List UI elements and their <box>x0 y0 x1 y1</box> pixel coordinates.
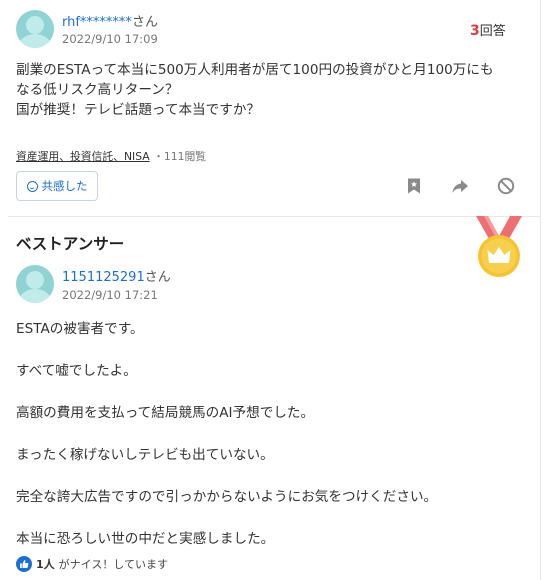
view-count: 111閲覧 <box>163 150 207 163</box>
answer-user-name[interactable]: 1151125291 <box>62 270 145 285</box>
empathy-label: 共感した <box>41 179 88 193</box>
empathy-button[interactable]: 共感した <box>16 171 98 201</box>
answer-count[interactable]: 3回答 <box>470 20 506 39</box>
nice-status: 1人 がナイス！しています <box>16 556 168 572</box>
question-line: 副業のESTAって本当に500万人利用者が居て100円の投資がひと月100万にも <box>16 62 494 78</box>
section-divider <box>8 216 540 217</box>
question-line: なる低リスク高リターン？ <box>16 82 179 98</box>
question-user: rhf********さん <box>62 11 158 30</box>
qa-page: rhf********さん 2022/9/10 17:09 3回答 副業のEST… <box>0 0 550 580</box>
answer-count-label: 回答 <box>479 24 506 39</box>
crown-medal-icon <box>476 216 522 277</box>
category-link[interactable]: 資産運用、投資信託、NISA <box>16 150 150 163</box>
question-line: 国が推奨！テレビ話題って本当ですか？ <box>16 102 261 118</box>
question-user-name[interactable]: rhf******** <box>62 15 132 30</box>
right-border <box>540 0 541 580</box>
report-icon[interactable] <box>497 177 515 195</box>
answer-paragraph: まったく稼げないしテレビも出ていない。 <box>16 447 274 463</box>
question-user-honorific: さん <box>131 15 158 30</box>
nice-count[interactable]: 1人 <box>36 556 55 572</box>
bookmark-icon[interactable] <box>405 177 423 195</box>
avatar[interactable] <box>16 10 54 48</box>
answer-count-number: 3 <box>470 23 480 39</box>
answer-paragraph: 高額の費用を支払って結局競馬のAI予想でした。 <box>16 405 315 421</box>
best-answer-heading: ベストアンサー <box>16 235 125 253</box>
answer-paragraph: ESTAの被害者です。 <box>16 321 144 337</box>
question-body: 副業のESTAって本当に500万人利用者が居て100円の投資がひと月100万にも… <box>16 60 526 120</box>
view-separator: ・ <box>153 150 164 163</box>
answer-paragraph: すべて嘘でしたよ。 <box>16 363 137 379</box>
question-date: 2022/9/10 17:09 <box>62 32 158 46</box>
avatar[interactable] <box>16 265 54 303</box>
nice-text: がナイス！しています <box>58 558 168 571</box>
answer-paragraph: 完全な誇大広告ですので引っかからないようにお気をつけください。 <box>16 489 438 505</box>
category-line: 資産運用、投資信託、NISA ・111閲覧 <box>16 148 206 164</box>
thumbs-up-icon <box>16 556 32 572</box>
answer-user-honorific: さん <box>144 270 171 285</box>
share-icon[interactable] <box>451 177 469 195</box>
smile-icon <box>26 180 38 192</box>
answer-date: 2022/9/10 17:21 <box>62 288 158 302</box>
answer-user: 1151125291さん <box>62 266 171 285</box>
answer-paragraph: 本当に恐ろしい世の中だと実感しました。 <box>16 531 275 547</box>
